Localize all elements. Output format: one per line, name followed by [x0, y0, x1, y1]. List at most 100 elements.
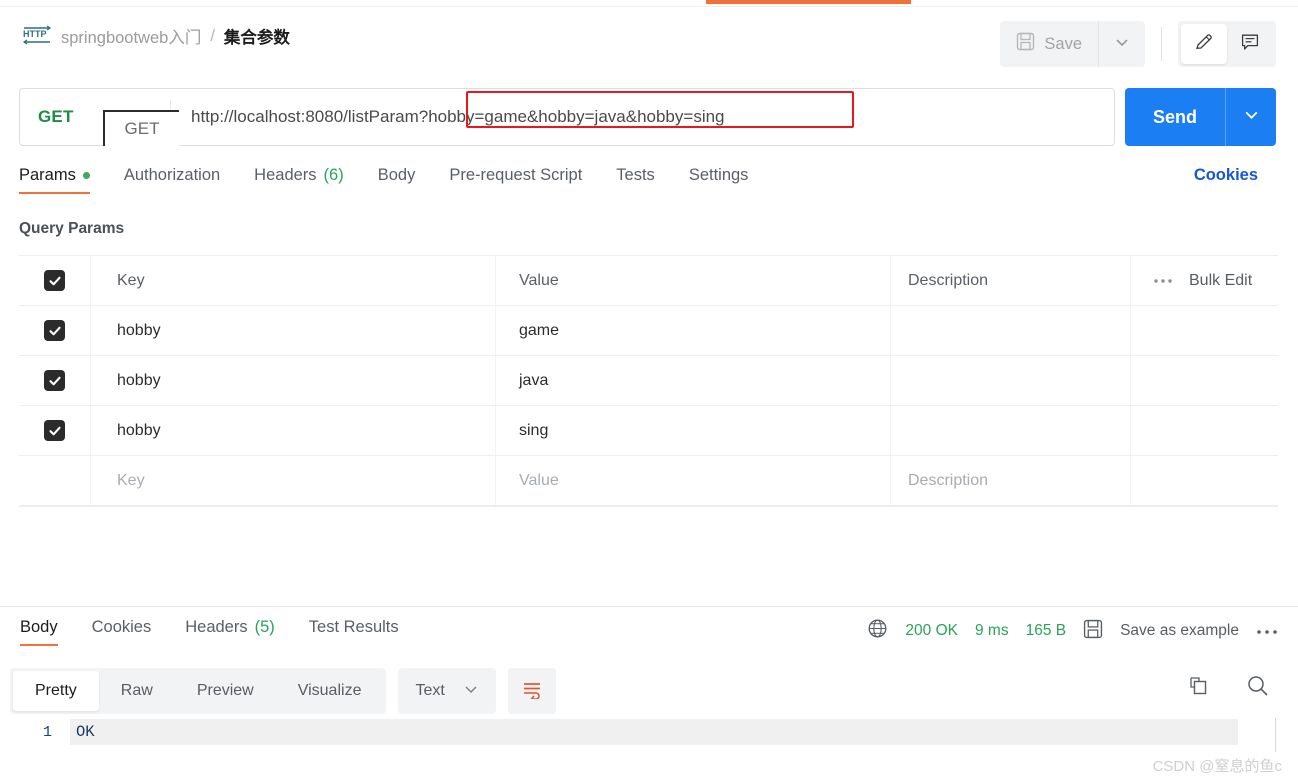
globe-icon[interactable]	[867, 618, 888, 644]
copy-icon[interactable]	[1187, 675, 1210, 703]
response-tab-body[interactable]: Body	[20, 618, 58, 646]
row-description-cell[interactable]	[891, 406, 1130, 455]
response-view-controls: Pretty Raw Preview Visualize Text	[10, 668, 556, 714]
tab-pre-request-script[interactable]: Pre-request Script	[449, 166, 582, 194]
select-all-checkbox[interactable]	[44, 270, 65, 291]
response-tab-test-results[interactable]: Test Results	[309, 618, 399, 646]
row-description-cell[interactable]	[891, 356, 1130, 405]
column-header-key: Key	[91, 256, 496, 305]
view-mode-segment: Pretty Raw Preview Visualize	[10, 668, 387, 714]
row-key-cell[interactable]: hobby	[91, 356, 496, 405]
row-actions	[1130, 306, 1278, 355]
postman-window: HTTP springbootweb入门 / 集合参数 Save GET htt…	[0, 0, 1298, 783]
table-row[interactable]: hobby java	[19, 356, 1278, 406]
row-value-cell[interactable]: sing	[496, 406, 891, 455]
bulk-edit-button[interactable]: Bulk Edit	[1189, 272, 1252, 290]
divider	[1161, 27, 1162, 61]
table-empty-row[interactable]: Key Value Description	[19, 456, 1278, 506]
cookies-link[interactable]: Cookies	[1194, 166, 1258, 185]
view-mode-preview[interactable]: Preview	[175, 671, 276, 711]
response-scrollbar[interactable]	[1275, 718, 1276, 752]
ellipsis-icon[interactable]	[1153, 278, 1173, 284]
row-value-value: sing	[519, 421, 549, 439]
url-bar: GET http://localhost:8080/listParam?hobb…	[19, 88, 1115, 146]
row-checkbox-cell[interactable]	[19, 406, 91, 455]
edit-request-button[interactable]	[1181, 24, 1227, 64]
save-button[interactable]: Save	[1000, 21, 1099, 67]
pencil-icon	[1194, 32, 1214, 57]
send-button-group: Send	[1125, 88, 1276, 146]
row-checkbox-cell[interactable]	[19, 356, 91, 405]
row-value-cell[interactable]: java	[496, 356, 891, 405]
chevron-down-icon	[1114, 34, 1130, 55]
empty-row-description-cell[interactable]: Description	[891, 456, 1130, 505]
empty-row-value-cell[interactable]: Value	[496, 456, 891, 505]
empty-row-key-cell[interactable]: Key	[91, 456, 496, 505]
row-key-cell[interactable]: hobby	[91, 406, 496, 455]
empty-row-value-placeholder: Value	[519, 471, 559, 489]
table-header-row: Key Value Description Bulk Edit	[19, 256, 1278, 306]
save-options-button[interactable]	[1099, 21, 1145, 67]
column-header-value: Value	[496, 256, 891, 305]
tab-params-label: Params	[19, 166, 76, 184]
row-checkbox[interactable]	[44, 370, 65, 391]
tab-params[interactable]: Params	[19, 166, 90, 194]
tab-pre-request-script-label: Pre-request Script	[449, 166, 583, 184]
breadcrumb-request-name[interactable]: 集合参数	[224, 24, 290, 48]
row-value-cell[interactable]: game	[496, 306, 891, 355]
tab-settings-label: Settings	[688, 166, 749, 184]
row-key-cell[interactable]: hobby	[91, 306, 496, 355]
response-tab-cookies[interactable]: Cookies	[92, 618, 152, 646]
send-button[interactable]: Send	[1125, 88, 1225, 146]
row-checkbox[interactable]	[44, 320, 65, 341]
tab-body[interactable]: Body	[378, 166, 416, 194]
table-row[interactable]: hobby game	[19, 306, 1278, 356]
url-input[interactable]: http://localhost:8080/listParam?hobby=ga…	[171, 107, 1114, 127]
select-all-cell[interactable]	[19, 256, 91, 305]
view-mode-pretty[interactable]: Pretty	[13, 671, 99, 711]
empty-row-checkbox-cell	[19, 456, 91, 505]
word-wrap-button[interactable]	[507, 668, 556, 714]
column-header-key-label: Key	[117, 271, 145, 289]
search-icon[interactable]	[1246, 674, 1270, 703]
row-checkbox-cell[interactable]	[19, 306, 91, 355]
row-key-value: hobby	[117, 371, 161, 389]
save-as-example-button[interactable]: Save as example	[1120, 622, 1239, 640]
comments-button[interactable]	[1227, 24, 1273, 64]
view-mode-raw[interactable]: Raw	[99, 671, 175, 711]
response-tab-headers-count: (5)	[254, 618, 275, 636]
floppy-disk-icon	[1083, 619, 1103, 644]
table-row[interactable]: hobby sing	[19, 406, 1278, 456]
column-header-description: Description	[891, 256, 1130, 305]
view-mode-visualize[interactable]: Visualize	[276, 671, 384, 711]
tab-headers[interactable]: Headers (6)	[254, 166, 344, 194]
floppy-disk-icon	[1016, 32, 1035, 56]
response-tab-cookies-label: Cookies	[91, 618, 152, 636]
response-body-actions	[1187, 674, 1270, 703]
tab-authorization-label: Authorization	[123, 166, 221, 184]
chevron-down-icon	[1243, 106, 1260, 128]
breadcrumb-separator: /	[210, 26, 215, 45]
response-tab-headers[interactable]: Headers (5)	[185, 618, 275, 646]
request-header: HTTP springbootweb入门 / 集合参数 Save	[0, 8, 1298, 70]
row-description-cell[interactable]	[891, 306, 1130, 355]
empty-row-description-placeholder: Description	[908, 471, 989, 489]
tab-tests[interactable]: Tests	[616, 166, 655, 194]
response-format-label: Text	[415, 682, 445, 699]
send-options-button[interactable]	[1226, 88, 1276, 146]
response-body-viewer[interactable]: 1 OK	[0, 718, 1298, 783]
method-dropdown-popup[interactable]: GET	[103, 110, 179, 146]
tab-settings[interactable]: Settings	[689, 166, 749, 194]
tab-authorization[interactable]: Authorization	[124, 166, 220, 194]
row-checkbox[interactable]	[44, 420, 65, 441]
breadcrumb-collection[interactable]: springbootweb入门	[61, 24, 201, 48]
code-line: 1 OK	[0, 718, 1298, 746]
tab-strip	[0, 0, 1298, 7]
row-actions	[1130, 406, 1278, 455]
row-value-value: game	[519, 321, 560, 339]
ellipsis-icon[interactable]	[1256, 622, 1278, 640]
column-header-value-label: Value	[519, 271, 559, 289]
response-format-selector[interactable]: Text	[398, 668, 496, 714]
empty-row-actions	[1130, 456, 1278, 505]
table-actions: Bulk Edit	[1130, 256, 1278, 305]
